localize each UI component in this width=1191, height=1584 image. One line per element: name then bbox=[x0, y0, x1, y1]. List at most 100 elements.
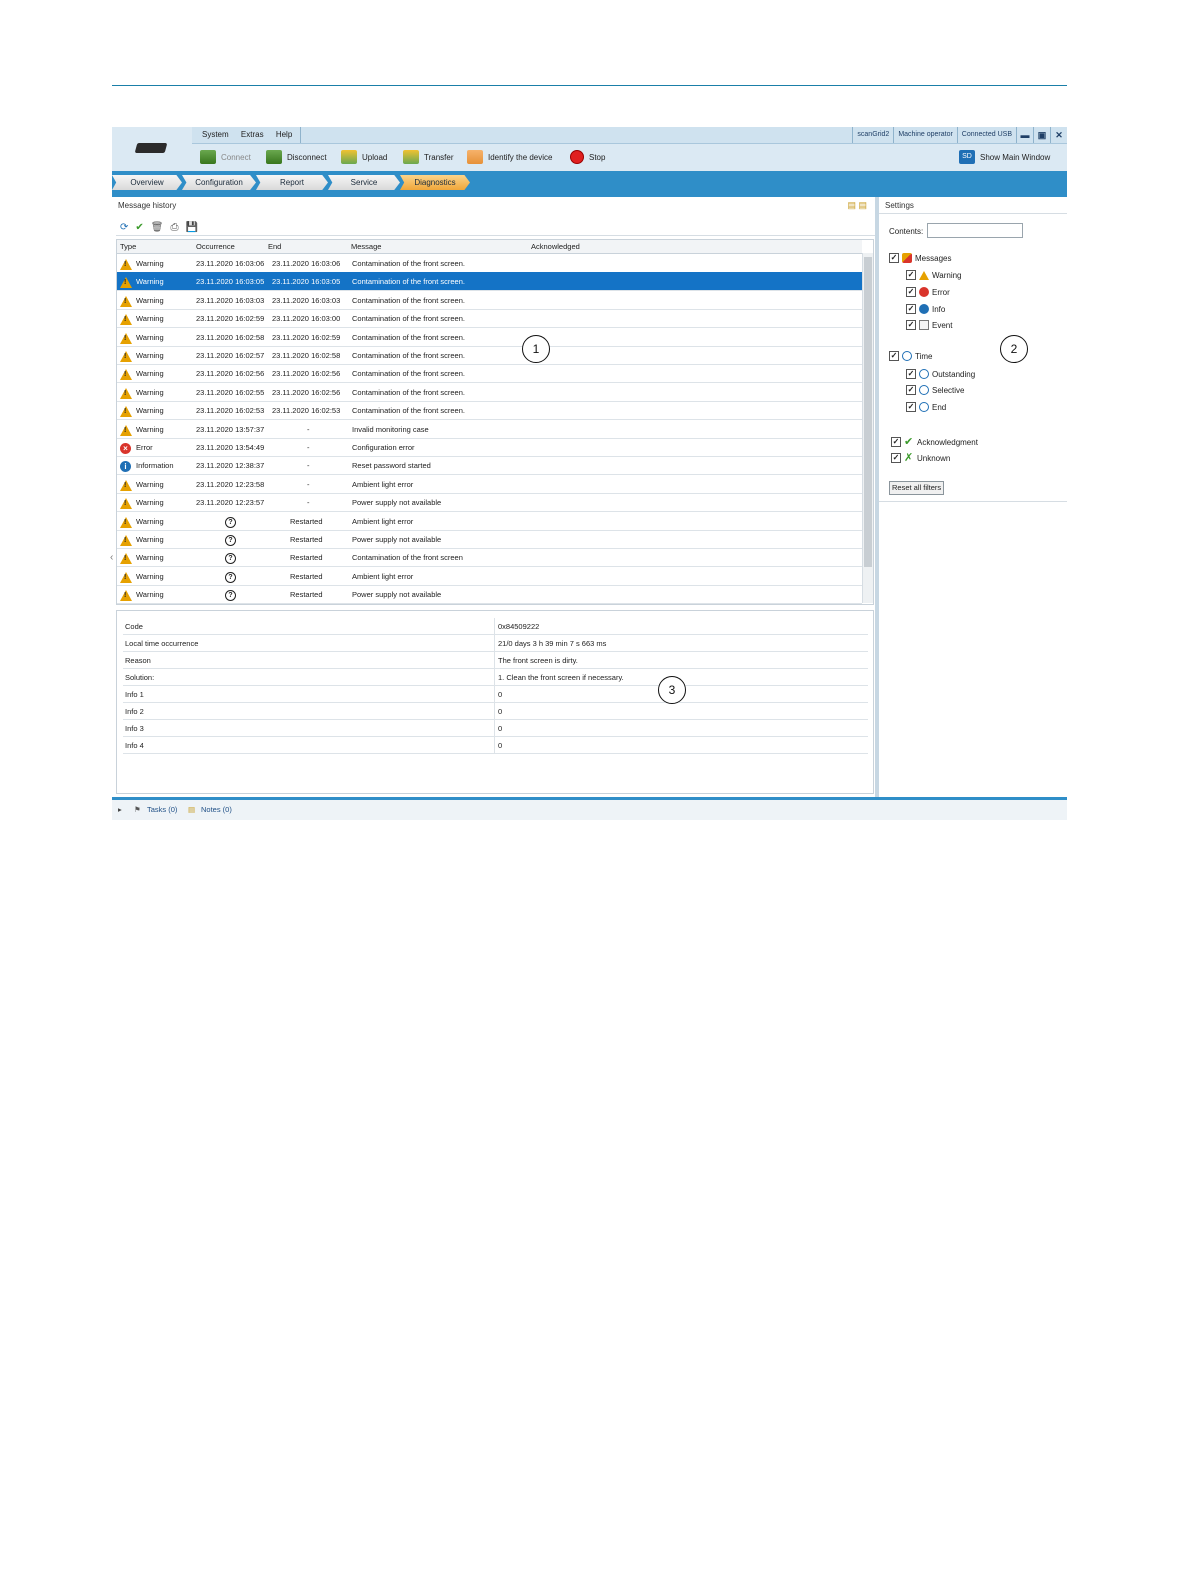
checkbox-event[interactable]: ✓ bbox=[906, 320, 916, 330]
detail-key: Info 3 bbox=[125, 724, 144, 733]
table-row[interactable]: Warning? Restarted Ambient light error bbox=[117, 567, 862, 586]
col-end[interactable]: End bbox=[268, 242, 281, 251]
acknowledge-icon[interactable]: ✔ bbox=[135, 222, 143, 233]
settings-bottom-divider bbox=[879, 501, 1067, 502]
show-main-window-button[interactable]: SD Show Main Window bbox=[959, 149, 1050, 165]
transfer-icon bbox=[403, 150, 419, 164]
detail-row: Info 4 0 bbox=[123, 737, 868, 754]
minimize-button[interactable]: ▬ bbox=[1016, 127, 1033, 143]
print-icon[interactable]: ⎙ bbox=[170, 222, 178, 233]
table-row[interactable]: Warning 23.11.2020 12:23:57 - Power supply … bbox=[117, 493, 862, 513]
row-type: Warning bbox=[136, 424, 164, 434]
filter-acknowledgment[interactable]: ✓ ✔ Acknowledgment bbox=[891, 436, 978, 448]
filter-error[interactable]: ✓ Error bbox=[906, 287, 950, 297]
delete-icon[interactable]: 🗑 bbox=[151, 222, 164, 233]
upload-button[interactable]: Upload bbox=[341, 149, 387, 165]
tab-diagnostics[interactable]: Diagnostics bbox=[400, 175, 470, 190]
table-row[interactable]: Warning 23.11.2020 16:03:06 23.11.2020 16:… bbox=[117, 254, 862, 273]
table-row[interactable]: Warning 23.11.2020 16:02:59 23.11.2020 16:… bbox=[117, 309, 862, 329]
row-type: Information bbox=[136, 461, 174, 471]
detail-row: Local time occurrence 21/0 days 3 h 39 mi… bbox=[123, 635, 868, 652]
filter-selective[interactable]: ✓ Selective bbox=[906, 385, 964, 395]
identify-device-button[interactable]: Identify the device bbox=[467, 149, 552, 165]
refresh-icon[interactable]: ⟳ bbox=[120, 222, 128, 233]
panel-view-icons[interactable]: ▤ ▤ bbox=[847, 200, 867, 211]
col-acknowledged[interactable]: Acknowledged bbox=[531, 242, 580, 251]
tasks-link[interactable]: Tasks (0) bbox=[147, 805, 177, 814]
status-user[interactable]: Machine operator bbox=[893, 127, 956, 143]
menu-system[interactable]: System bbox=[202, 127, 229, 143]
identify-icon bbox=[467, 150, 483, 164]
filter-outstanding[interactable]: ✓ Outstanding bbox=[906, 369, 975, 379]
checkmark-icon: ✔ bbox=[904, 436, 914, 448]
col-type[interactable]: Type bbox=[120, 242, 136, 251]
table-row[interactable]: Warning 23.11.2020 12:23:58 - Ambient light… bbox=[117, 475, 862, 494]
tab-report[interactable]: Report bbox=[256, 175, 328, 190]
table-row[interactable]: i Information 23.11.2020 12:38:37 - Reset pa… bbox=[117, 456, 862, 476]
panel-title: Message history bbox=[118, 201, 177, 210]
row-type: Warning bbox=[136, 369, 164, 379]
reset-filters-button[interactable]: Reset all filters bbox=[889, 481, 945, 495]
checkbox-messages[interactable]: ✓ bbox=[889, 253, 899, 263]
table-row[interactable]: Warning 23.11.2020 16:02:58 23.11.2020 16:… bbox=[117, 328, 862, 347]
checkbox-error[interactable]: ✓ bbox=[906, 287, 916, 297]
expand-arrow-icon[interactable]: ▸ bbox=[118, 805, 122, 814]
status-connection: Connected USB bbox=[956, 127, 1016, 143]
filter-end[interactable]: ✓ End bbox=[906, 402, 946, 412]
maximize-button[interactable]: ▣ bbox=[1033, 127, 1050, 143]
col-message[interactable]: Message bbox=[351, 242, 381, 251]
table-row[interactable]: Warning? Restarted Power supply not availa… bbox=[117, 530, 862, 549]
stop-button[interactable]: Stop bbox=[570, 149, 605, 165]
table-row[interactable]: Warning 23.11.2020 16:02:55 23.11.2020 16:… bbox=[117, 383, 862, 402]
col-occurrence[interactable]: Occurrence bbox=[196, 242, 235, 251]
table-scrollbar[interactable] bbox=[862, 253, 873, 603]
table-row[interactable]: Warning 23.11.2020 16:03:05 23.11.2020 16:… bbox=[117, 272, 862, 292]
row-occurrence: 23.11.2020 16:03:05 bbox=[196, 277, 265, 287]
identify-label: Identify the device bbox=[488, 152, 553, 162]
filter-outstanding-label: Outstanding bbox=[932, 369, 976, 379]
close-button[interactable]: ✕ bbox=[1050, 127, 1067, 143]
transfer-button[interactable]: Transfer bbox=[403, 149, 454, 165]
checkbox-acknowledgment[interactable]: ✓ bbox=[891, 437, 901, 447]
checkbox-selective[interactable]: ✓ bbox=[906, 385, 916, 395]
connect-button[interactable]: Connect bbox=[200, 149, 251, 165]
filter-warning[interactable]: ✓ Warning bbox=[906, 270, 962, 280]
table-row[interactable]: × Error 23.11.2020 13:54:49 - Configuration … bbox=[117, 438, 862, 457]
save-icon[interactable]: 💾 bbox=[185, 222, 197, 233]
menu-help[interactable]: Help bbox=[276, 127, 292, 143]
filter-unknown[interactable]: ✓ ✗ Unknown bbox=[891, 453, 950, 464]
scrollbar-thumb[interactable] bbox=[864, 257, 872, 567]
notes-link[interactable]: Notes (0) bbox=[201, 805, 232, 814]
filter-info[interactable]: ✓ Info bbox=[906, 304, 945, 314]
contents-filter-input[interactable] bbox=[927, 223, 1023, 238]
row-message: Ambient light error bbox=[352, 571, 414, 581]
message-details: Code 0x84509222 Local time occurrence 21/0 … bbox=[116, 610, 874, 794]
checkbox-info[interactable]: ✓ bbox=[906, 304, 916, 314]
row-occurrence: 23.11.2020 13:57:37 bbox=[196, 424, 265, 434]
checkbox-end[interactable]: ✓ bbox=[906, 402, 916, 412]
table-row[interactable]: Warning? Restarted Ambient light error bbox=[117, 512, 862, 531]
filter-time[interactable]: ✓ Time bbox=[889, 351, 932, 361]
table-row[interactable]: Warning? Restarted Contamination of the fr… bbox=[117, 548, 862, 568]
row-end: Restarted bbox=[290, 571, 323, 581]
table-row[interactable]: Warning 23.11.2020 16:02:56 23.11.2020 16:… bbox=[117, 364, 862, 384]
detail-separator bbox=[494, 652, 495, 668]
disconnect-button[interactable]: Disconnect bbox=[266, 149, 327, 165]
filter-messages[interactable]: ✓ Messages bbox=[889, 253, 951, 263]
table-row[interactable]: Warning 23.11.2020 16:02:57 23.11.2020 16:… bbox=[117, 346, 862, 365]
table-row[interactable]: Warning? Restarted Power supply not availa… bbox=[117, 585, 862, 604]
checkbox-warning[interactable]: ✓ bbox=[906, 270, 916, 280]
table-row[interactable]: Warning 23.11.2020 13:57:37 - Invalid monit… bbox=[117, 420, 862, 439]
checkbox-time[interactable]: ✓ bbox=[889, 351, 899, 361]
tab-configuration[interactable]: Configuration bbox=[182, 175, 256, 190]
tab-service[interactable]: Service bbox=[328, 175, 400, 190]
filter-event[interactable]: ✓ Event bbox=[906, 320, 952, 330]
row-type: Warning bbox=[136, 590, 164, 600]
table-row[interactable]: Warning 23.11.2020 16:03:03 23.11.2020 16:… bbox=[117, 291, 862, 310]
collapse-handle[interactable]: ‹ bbox=[110, 552, 113, 563]
menu-extras[interactable]: Extras bbox=[241, 127, 264, 143]
tab-overview[interactable]: Overview bbox=[112, 175, 182, 190]
table-row[interactable]: Warning 23.11.2020 16:02:53 23.11.2020 16:… bbox=[117, 401, 862, 421]
checkbox-outstanding[interactable]: ✓ bbox=[906, 369, 916, 379]
checkbox-unknown[interactable]: ✓ bbox=[891, 453, 901, 463]
